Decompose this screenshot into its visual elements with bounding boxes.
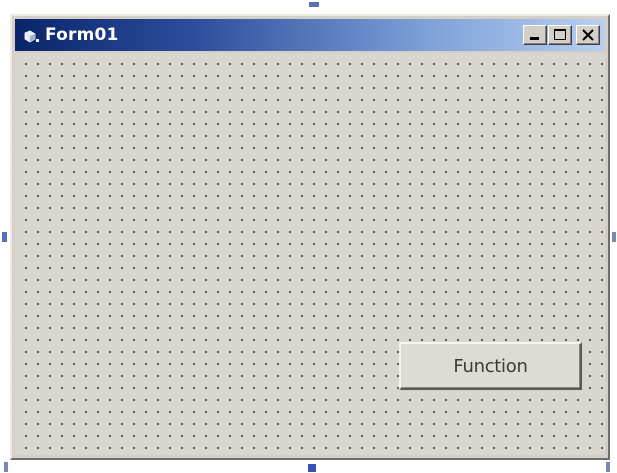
form-design-surface[interactable]: Function [15,53,605,455]
close-button[interactable] [576,25,600,45]
minimize-button[interactable] [523,25,547,45]
form-window: Form01 Function [10,14,610,460]
maximize-button[interactable] [548,25,572,45]
resize-handle-right[interactable] [612,232,616,242]
title-bar[interactable]: Form01 [15,19,605,51]
designer-canvas: Form01 Function [0,0,617,473]
resize-handle-bottom[interactable] [308,464,316,472]
resize-handle-top[interactable] [309,2,319,7]
minimize-icon [530,37,539,40]
resize-handle-left[interactable] [2,232,7,242]
resize-handle-bottom-right[interactable] [606,462,610,472]
window-title: Form01 [45,25,119,45]
close-icon [582,29,594,41]
function-button[interactable]: Function [399,342,582,390]
form-icon [24,28,40,43]
resize-handle-bottom-left[interactable] [4,462,8,472]
maximize-icon [554,29,566,40]
